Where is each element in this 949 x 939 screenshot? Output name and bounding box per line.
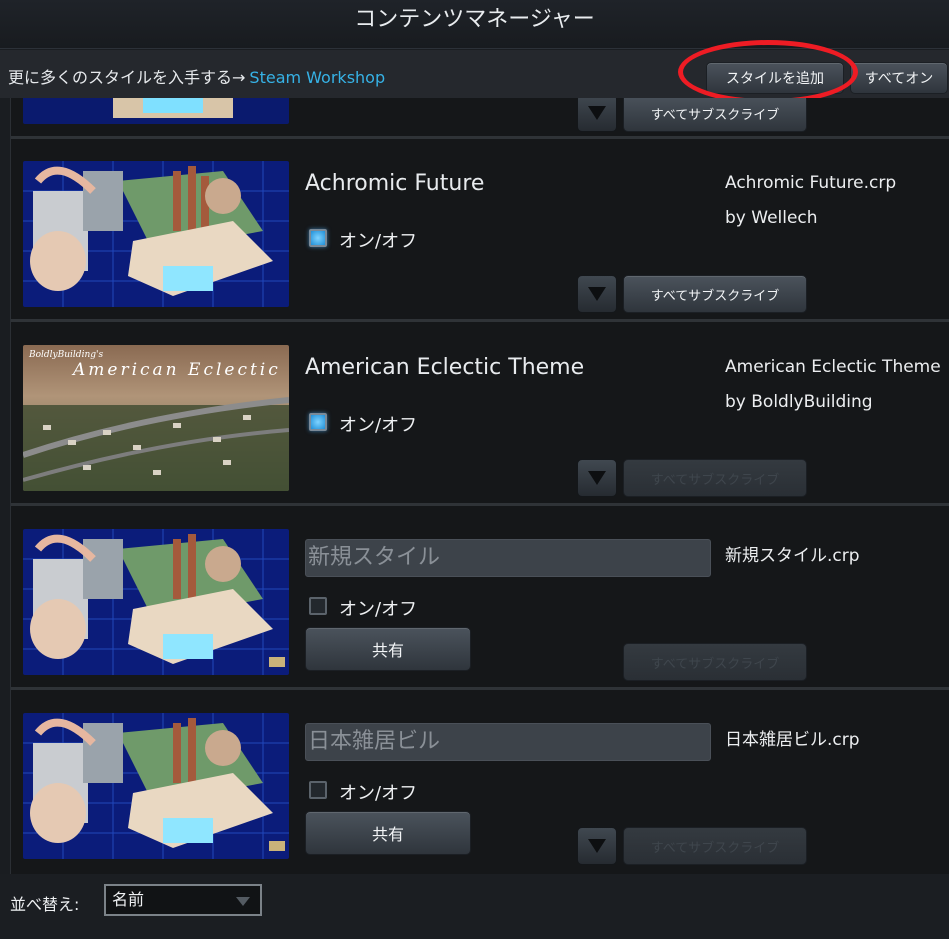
author-name: by BoldlyBuilding: [725, 392, 873, 412]
style-name-input[interactable]: 日本雑居ビル: [305, 723, 711, 761]
style-title: Achromic Future: [305, 171, 485, 196]
add-style-button[interactable]: スタイルを追加: [706, 62, 844, 94]
dropdown-button[interactable]: [577, 98, 617, 132]
subscribe-all-button[interactable]: すべてサブスクライブ: [623, 643, 807, 681]
subscribe-all-button[interactable]: すべてサブスクライブ: [623, 98, 807, 132]
style-name-input[interactable]: 新規スタイル: [305, 539, 711, 577]
sort-value: 名前: [112, 890, 145, 909]
chevron-down-icon: [588, 839, 606, 853]
sort-select[interactable]: 名前: [104, 884, 262, 916]
window-title: コンテンツマネージャー: [0, 0, 949, 49]
enable-checkbox[interactable]: [309, 229, 327, 247]
list-item: Achromic Future オン/オフ Achromic Future.cr…: [11, 139, 949, 322]
toolbar: 更に多くのスタイルを入手する→ Steam Workshop スタイルを追加 すべ…: [0, 50, 949, 98]
list-item: BoldlyBuilding's American Eclectic Ameri…: [11, 323, 949, 506]
file-name: 新規スタイル.crp: [725, 546, 860, 566]
file-name: Achromic Future.crp: [725, 173, 897, 193]
share-button[interactable]: 共有: [305, 811, 471, 855]
style-list[interactable]: すべてサブスクライブ Achromic Future オン/オフ Achromi…: [10, 98, 949, 874]
toggle-label: オン/オフ: [339, 783, 418, 804]
list-item: 日本雑居ビル オン/オフ 日本雑居ビル.crp 共有 すべてサブスクライブ: [11, 691, 949, 871]
factory-thumbnail-image: [23, 713, 289, 859]
thumbnail-caption-small: BoldlyBuilding's: [28, 350, 103, 360]
dropdown-button[interactable]: [577, 459, 617, 497]
style-thumbnail: [23, 98, 289, 124]
sort-label: 並べ替え:: [10, 895, 80, 914]
toggle-label: オン/オフ: [339, 415, 418, 436]
factory-thumbnail-image: [23, 529, 289, 675]
factory-thumbnail-image: [23, 161, 289, 307]
style-title: American Eclectic Theme: [305, 355, 585, 380]
style-thumbnail: [23, 713, 289, 859]
share-button[interactable]: 共有: [305, 627, 471, 671]
all-on-button[interactable]: すべてオン: [850, 62, 948, 94]
steam-workshop-link[interactable]: Steam Workshop: [249, 68, 385, 87]
more-styles-label: 更に多くのスタイルを入手する→: [8, 68, 246, 87]
footer: 並べ替え: 名前: [0, 874, 949, 939]
style-thumbnail: [23, 161, 289, 307]
subscribe-all-button[interactable]: すべてサブスクライブ: [623, 459, 807, 497]
enable-checkbox[interactable]: [309, 597, 327, 615]
dropdown-button[interactable]: [577, 827, 617, 865]
chevron-down-icon: [588, 287, 606, 301]
enable-checkbox[interactable]: [309, 781, 327, 799]
toggle-label: オン/オフ: [339, 231, 418, 252]
subscribe-all-button[interactable]: すべてサブスクライブ: [623, 275, 807, 313]
list-item: すべてサブスクライブ: [11, 98, 949, 139]
subscribe-all-button[interactable]: すべてサブスクライブ: [623, 827, 807, 865]
file-name: American Eclectic Theme: [725, 357, 941, 377]
dropdown-button[interactable]: [577, 275, 617, 313]
style-thumbnail: BoldlyBuilding's American Eclectic: [23, 345, 289, 491]
enable-checkbox[interactable]: [309, 413, 327, 431]
author-name: by Wellech: [725, 208, 818, 228]
file-name: 日本雑居ビル.crp: [725, 730, 860, 750]
chevron-down-icon: [588, 471, 606, 485]
chevron-down-icon: [588, 106, 606, 120]
chevron-down-icon: [236, 897, 250, 906]
more-styles-text: 更に多くのスタイルを入手する→ Steam Workshop: [8, 64, 385, 88]
thumbnail-caption-large: American Eclectic: [71, 360, 281, 380]
factory-thumbnail-image: [23, 98, 289, 124]
style-thumbnail: [23, 529, 289, 675]
toggle-label: オン/オフ: [339, 599, 418, 620]
suburb-thumbnail-image: BoldlyBuilding's American Eclectic: [23, 345, 289, 491]
list-item: 新規スタイル オン/オフ 新規スタイル.crp 共有 すべてサブスクライブ: [11, 507, 949, 690]
